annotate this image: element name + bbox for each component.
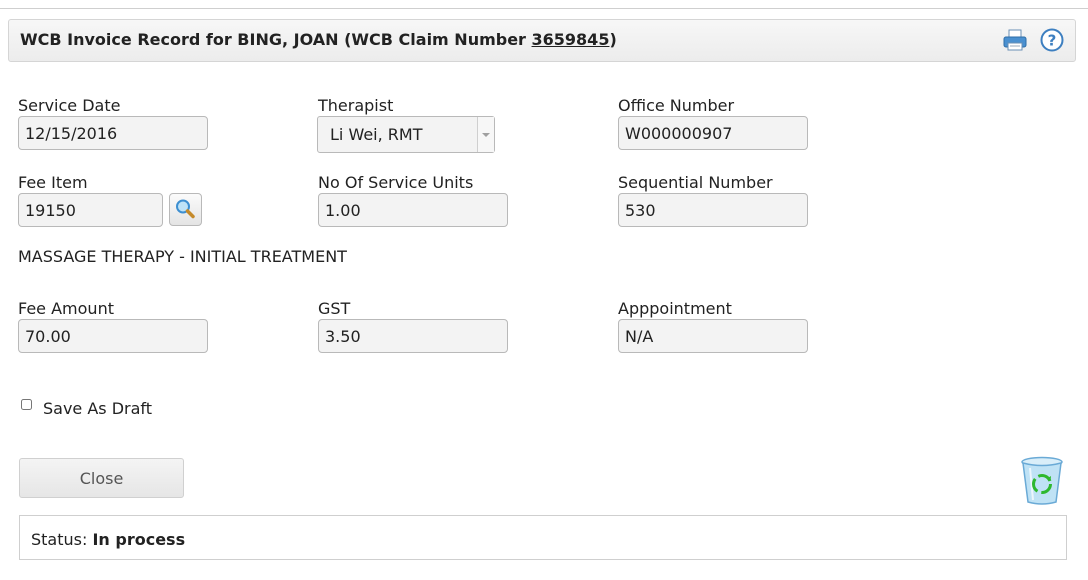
office-number-label: Office Number (618, 96, 735, 115)
fee-amount-label: Fee Amount (18, 299, 114, 318)
status-bar: Status: In process (19, 515, 1067, 560)
svg-text:?: ? (1048, 32, 1057, 50)
service-units-input[interactable] (318, 193, 508, 227)
fee-amount-input[interactable] (18, 319, 208, 353)
top-divider (0, 8, 1088, 9)
close-button[interactable]: Close (19, 458, 184, 498)
page-header: WCB Invoice Record for BING, JOAN (WCB C… (8, 19, 1076, 62)
page-title: WCB Invoice Record for BING, JOAN (WCB C… (20, 30, 617, 49)
fee-item-input[interactable] (18, 193, 163, 227)
gst-label: GST (318, 299, 351, 318)
service-units-label: No Of Service Units (318, 173, 474, 192)
help-icon[interactable]: ? (1039, 27, 1065, 53)
status-text: Status: In process (31, 530, 185, 549)
therapist-selected-value: Li Wei, RMT (330, 125, 423, 144)
fee-item-description: MASSAGE THERAPY - INITIAL TREATMENT (18, 247, 347, 266)
gst-input[interactable] (318, 319, 508, 353)
title-suffix: ) (609, 30, 617, 49)
service-date-input[interactable] (18, 116, 208, 150)
save-as-draft-checkbox[interactable] (21, 399, 32, 410)
sequential-number-input[interactable] (618, 193, 808, 227)
claim-number-link[interactable]: 3659845 (532, 30, 610, 49)
title-text: WCB Invoice Record for BING, JOAN (WCB C… (20, 30, 532, 49)
appointment-label: Apppointment (618, 299, 732, 318)
fee-item-lookup-button[interactable] (169, 193, 202, 226)
therapist-select[interactable]: Li Wei, RMT (317, 116, 495, 153)
printer-icon[interactable] (1002, 27, 1028, 53)
status-label: Status: (31, 530, 88, 549)
sequential-number-label: Sequential Number (618, 173, 773, 192)
office-number-input[interactable] (618, 116, 808, 150)
magnifier-icon (176, 199, 195, 219)
recycle-bin-icon[interactable] (1020, 456, 1064, 506)
therapist-label: Therapist (318, 96, 394, 115)
status-value: In process (92, 530, 186, 549)
fee-item-label: Fee Item (18, 173, 88, 192)
chevron-down-icon[interactable] (477, 117, 494, 152)
service-date-label: Service Date (18, 96, 121, 115)
appointment-input[interactable] (618, 319, 808, 353)
save-as-draft-label[interactable]: Save As Draft (43, 399, 152, 418)
